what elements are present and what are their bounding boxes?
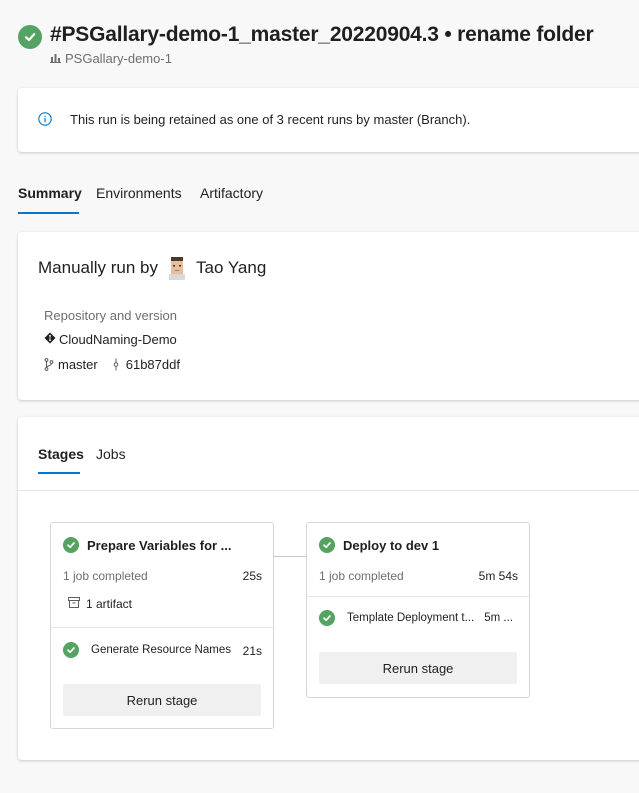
job-name: Template Deployment t... bbox=[347, 612, 475, 624]
retention-text: This run is being retained as one of 3 r… bbox=[70, 112, 471, 127]
artifact-count: 1 artifact bbox=[86, 597, 133, 611]
stage-card-deploy-dev-1[interactable]: Deploy to dev 1 1 job completed 5m 54s T… bbox=[306, 522, 530, 698]
repo-version-label: Repository and version bbox=[44, 308, 177, 323]
stages-tab-bar: Stages Jobs bbox=[18, 417, 639, 491]
rerun-stage-button[interactable]: Rerun stage bbox=[63, 684, 261, 716]
stage-success-icon bbox=[63, 537, 79, 553]
tab-artifactory[interactable]: Artifactory bbox=[200, 185, 263, 201]
active-tab-indicator bbox=[18, 212, 79, 214]
rerun-stage-button[interactable]: Rerun stage bbox=[319, 652, 517, 684]
repo-icon bbox=[44, 332, 56, 347]
stage-name: Deploy to dev 1 bbox=[343, 537, 440, 553]
summary-card: Manually run by Tao Yang Repository and … bbox=[18, 232, 639, 400]
stage-header: Deploy to dev 1 bbox=[319, 537, 439, 553]
job-duration: 21s bbox=[242, 644, 262, 658]
job-row-generate-resource-names[interactable]: Generate Resource Names bbox=[63, 642, 231, 658]
tab-summary[interactable]: Summary bbox=[18, 185, 82, 201]
jobs-completed: 1 job completed bbox=[63, 569, 148, 583]
stage-duration: 25s bbox=[242, 569, 262, 583]
commit-icon bbox=[112, 358, 120, 371]
divider bbox=[51, 627, 273, 628]
divider bbox=[307, 596, 529, 597]
tab-jobs[interactable]: Jobs bbox=[96, 446, 126, 462]
stage-card-prepare-variables[interactable]: Prepare Variables for ... 1 job complete… bbox=[50, 522, 274, 729]
branch-icon bbox=[44, 358, 54, 371]
job-success-icon bbox=[319, 610, 335, 626]
job-success-icon bbox=[63, 642, 79, 658]
stage-name: Prepare Variables for ... bbox=[87, 537, 232, 553]
commit-id[interactable]: 61b87ddf bbox=[126, 357, 180, 372]
job-name: Generate Resource Names bbox=[91, 644, 231, 656]
branch-commit-row: master 61b87ddf bbox=[44, 357, 180, 372]
stage-header: Prepare Variables for ... bbox=[63, 537, 232, 553]
tab-environments[interactable]: Environments bbox=[96, 185, 182, 201]
stage-connector bbox=[273, 556, 307, 557]
jobs-completed: 1 job completed bbox=[319, 569, 404, 583]
repo-name: CloudNaming-Demo bbox=[59, 332, 177, 347]
run-by-user[interactable]: Tao Yang bbox=[196, 258, 266, 278]
stage-duration: 5m 54s bbox=[478, 569, 518, 583]
run-title: #PSGallary-demo-1_master_20220904.3 • re… bbox=[50, 23, 594, 46]
pipeline-name: PSGallary-demo-1 bbox=[65, 51, 172, 66]
artifact-icon bbox=[68, 597, 80, 611]
run-status-success-icon bbox=[18, 25, 42, 49]
job-duration: 5m ... bbox=[484, 612, 513, 624]
retention-banner: This run is being retained as one of 3 r… bbox=[18, 88, 639, 152]
pipeline-link[interactable]: PSGallary-demo-1 bbox=[50, 51, 172, 66]
avatar[interactable] bbox=[166, 256, 188, 280]
run-by: Manually run by Tao Yang bbox=[38, 256, 266, 280]
pipeline-icon bbox=[50, 51, 61, 66]
active-stage-tab-indicator bbox=[38, 472, 80, 474]
repository-link[interactable]: CloudNaming-Demo bbox=[44, 332, 177, 347]
branch-name[interactable]: master bbox=[58, 357, 98, 372]
stage-success-icon bbox=[319, 537, 335, 553]
job-row-template-deployment[interactable]: Template Deployment t... bbox=[319, 610, 474, 626]
artifact-link[interactable]: 1 artifact bbox=[68, 597, 132, 611]
run-by-prefix: Manually run by bbox=[38, 258, 159, 277]
info-icon bbox=[38, 112, 52, 126]
tab-stages[interactable]: Stages bbox=[38, 446, 84, 462]
